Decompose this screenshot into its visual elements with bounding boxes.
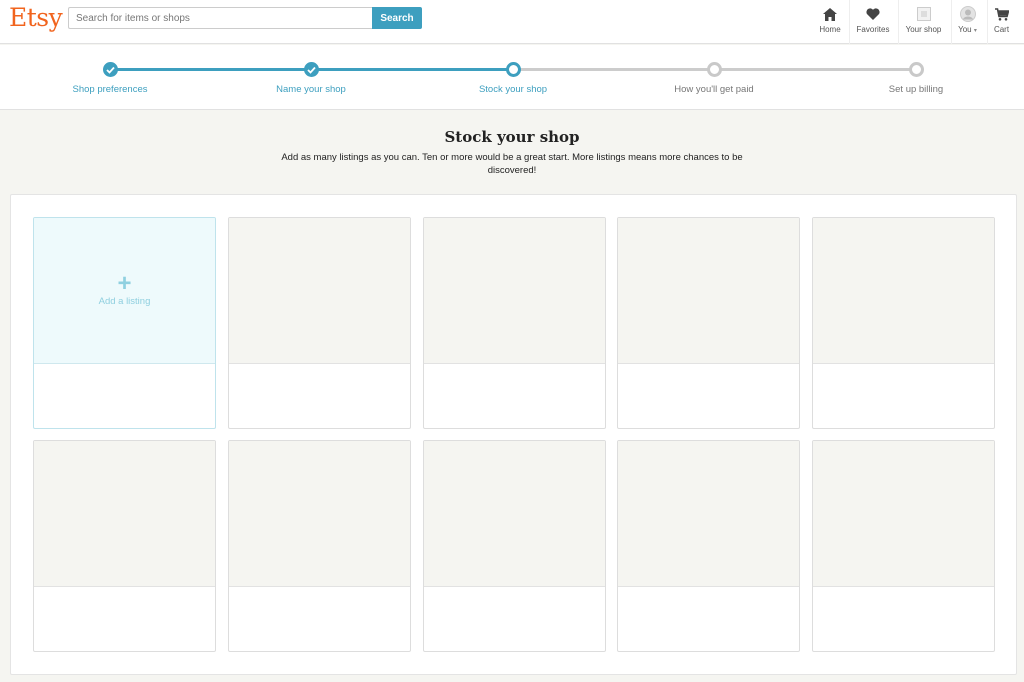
listing-image-placeholder <box>813 218 994 364</box>
search-button[interactable]: Search <box>372 7 422 29</box>
listing-placeholder <box>423 440 606 652</box>
cart-icon <box>994 6 1010 22</box>
step-label: Set up billing <box>888 84 944 95</box>
listing-placeholder <box>617 217 800 429</box>
nav-cart-label: Cart <box>993 25 1010 34</box>
listing-placeholder <box>228 217 411 429</box>
listing-image-placeholder <box>618 218 799 364</box>
chevron-down-icon: ▾ <box>973 28 977 34</box>
nav-your-shop[interactable]: Your shop <box>898 0 948 44</box>
avatar-icon <box>959 6 976 22</box>
pending-step-dot <box>908 62 924 77</box>
step-name-your-shop[interactable]: Name your shop <box>231 45 391 95</box>
listing-image-placeholder <box>34 441 215 587</box>
listing-placeholder <box>33 440 216 652</box>
step-how-youll-get-paid: How you'll get paid <box>634 45 794 95</box>
page-description: Add as many listings as you can. Ten or … <box>281 152 743 176</box>
step-shop-preferences[interactable]: Shop preferences <box>30 45 190 95</box>
nav-home[interactable]: Home <box>816 0 844 44</box>
heart-icon <box>865 6 881 22</box>
listing-placeholder <box>423 217 606 429</box>
nav-favorites[interactable]: Favorites <box>849 0 896 44</box>
check-icon <box>102 62 118 77</box>
listing-image-placeholder <box>424 441 605 587</box>
nav-you-label: You ▾ <box>958 25 977 34</box>
nav-favorites-label: Favorites <box>856 25 890 34</box>
step-label: How you'll get paid <box>674 84 754 95</box>
step-stock-your-shop: Stock your shop <box>433 45 593 95</box>
listing-image-placeholder <box>618 441 799 587</box>
nav-your-shop-label: Your shop <box>905 25 942 34</box>
listing-placeholder <box>812 440 995 652</box>
listing-image-placeholder <box>424 218 605 364</box>
nav-cart[interactable]: Cart <box>987 0 1015 44</box>
top-header: Etsy Search Home Favorites Your shop You… <box>0 0 1024 44</box>
listing-image-placeholder <box>229 441 410 587</box>
add-listing-card[interactable]: + Add a listing <box>33 217 216 429</box>
step-label: Name your shop <box>276 84 346 95</box>
search-input[interactable] <box>68 7 372 29</box>
etsy-logo[interactable]: Etsy <box>9 3 63 32</box>
check-icon <box>303 62 319 77</box>
add-listing-area[interactable]: + Add a listing <box>34 218 215 364</box>
step-set-up-billing: Set up billing <box>836 45 996 95</box>
plus-icon: + <box>117 270 132 297</box>
listing-placeholder <box>617 440 800 652</box>
shop-icon <box>916 6 932 22</box>
nav-you[interactable]: You ▾ <box>951 0 983 44</box>
listing-image-placeholder <box>229 218 410 364</box>
add-listing-label: Add a listing <box>98 296 151 307</box>
search-bar: Search <box>68 7 422 29</box>
page-title: Stock your shop <box>444 128 580 146</box>
home-icon <box>822 6 838 22</box>
nav-home-label: Home <box>819 25 841 34</box>
current-step-dot <box>505 62 521 77</box>
step-label: Stock your shop <box>478 84 548 95</box>
step-label: Shop preferences <box>72 84 148 95</box>
listing-image-placeholder <box>813 441 994 587</box>
listings-panel: + Add a listing <box>10 194 1017 675</box>
listing-placeholder <box>228 440 411 652</box>
progress-steps: Shop preferences Name your shop Stock yo… <box>0 45 1024 110</box>
listing-placeholder <box>812 217 995 429</box>
pending-step-dot <box>706 62 722 77</box>
